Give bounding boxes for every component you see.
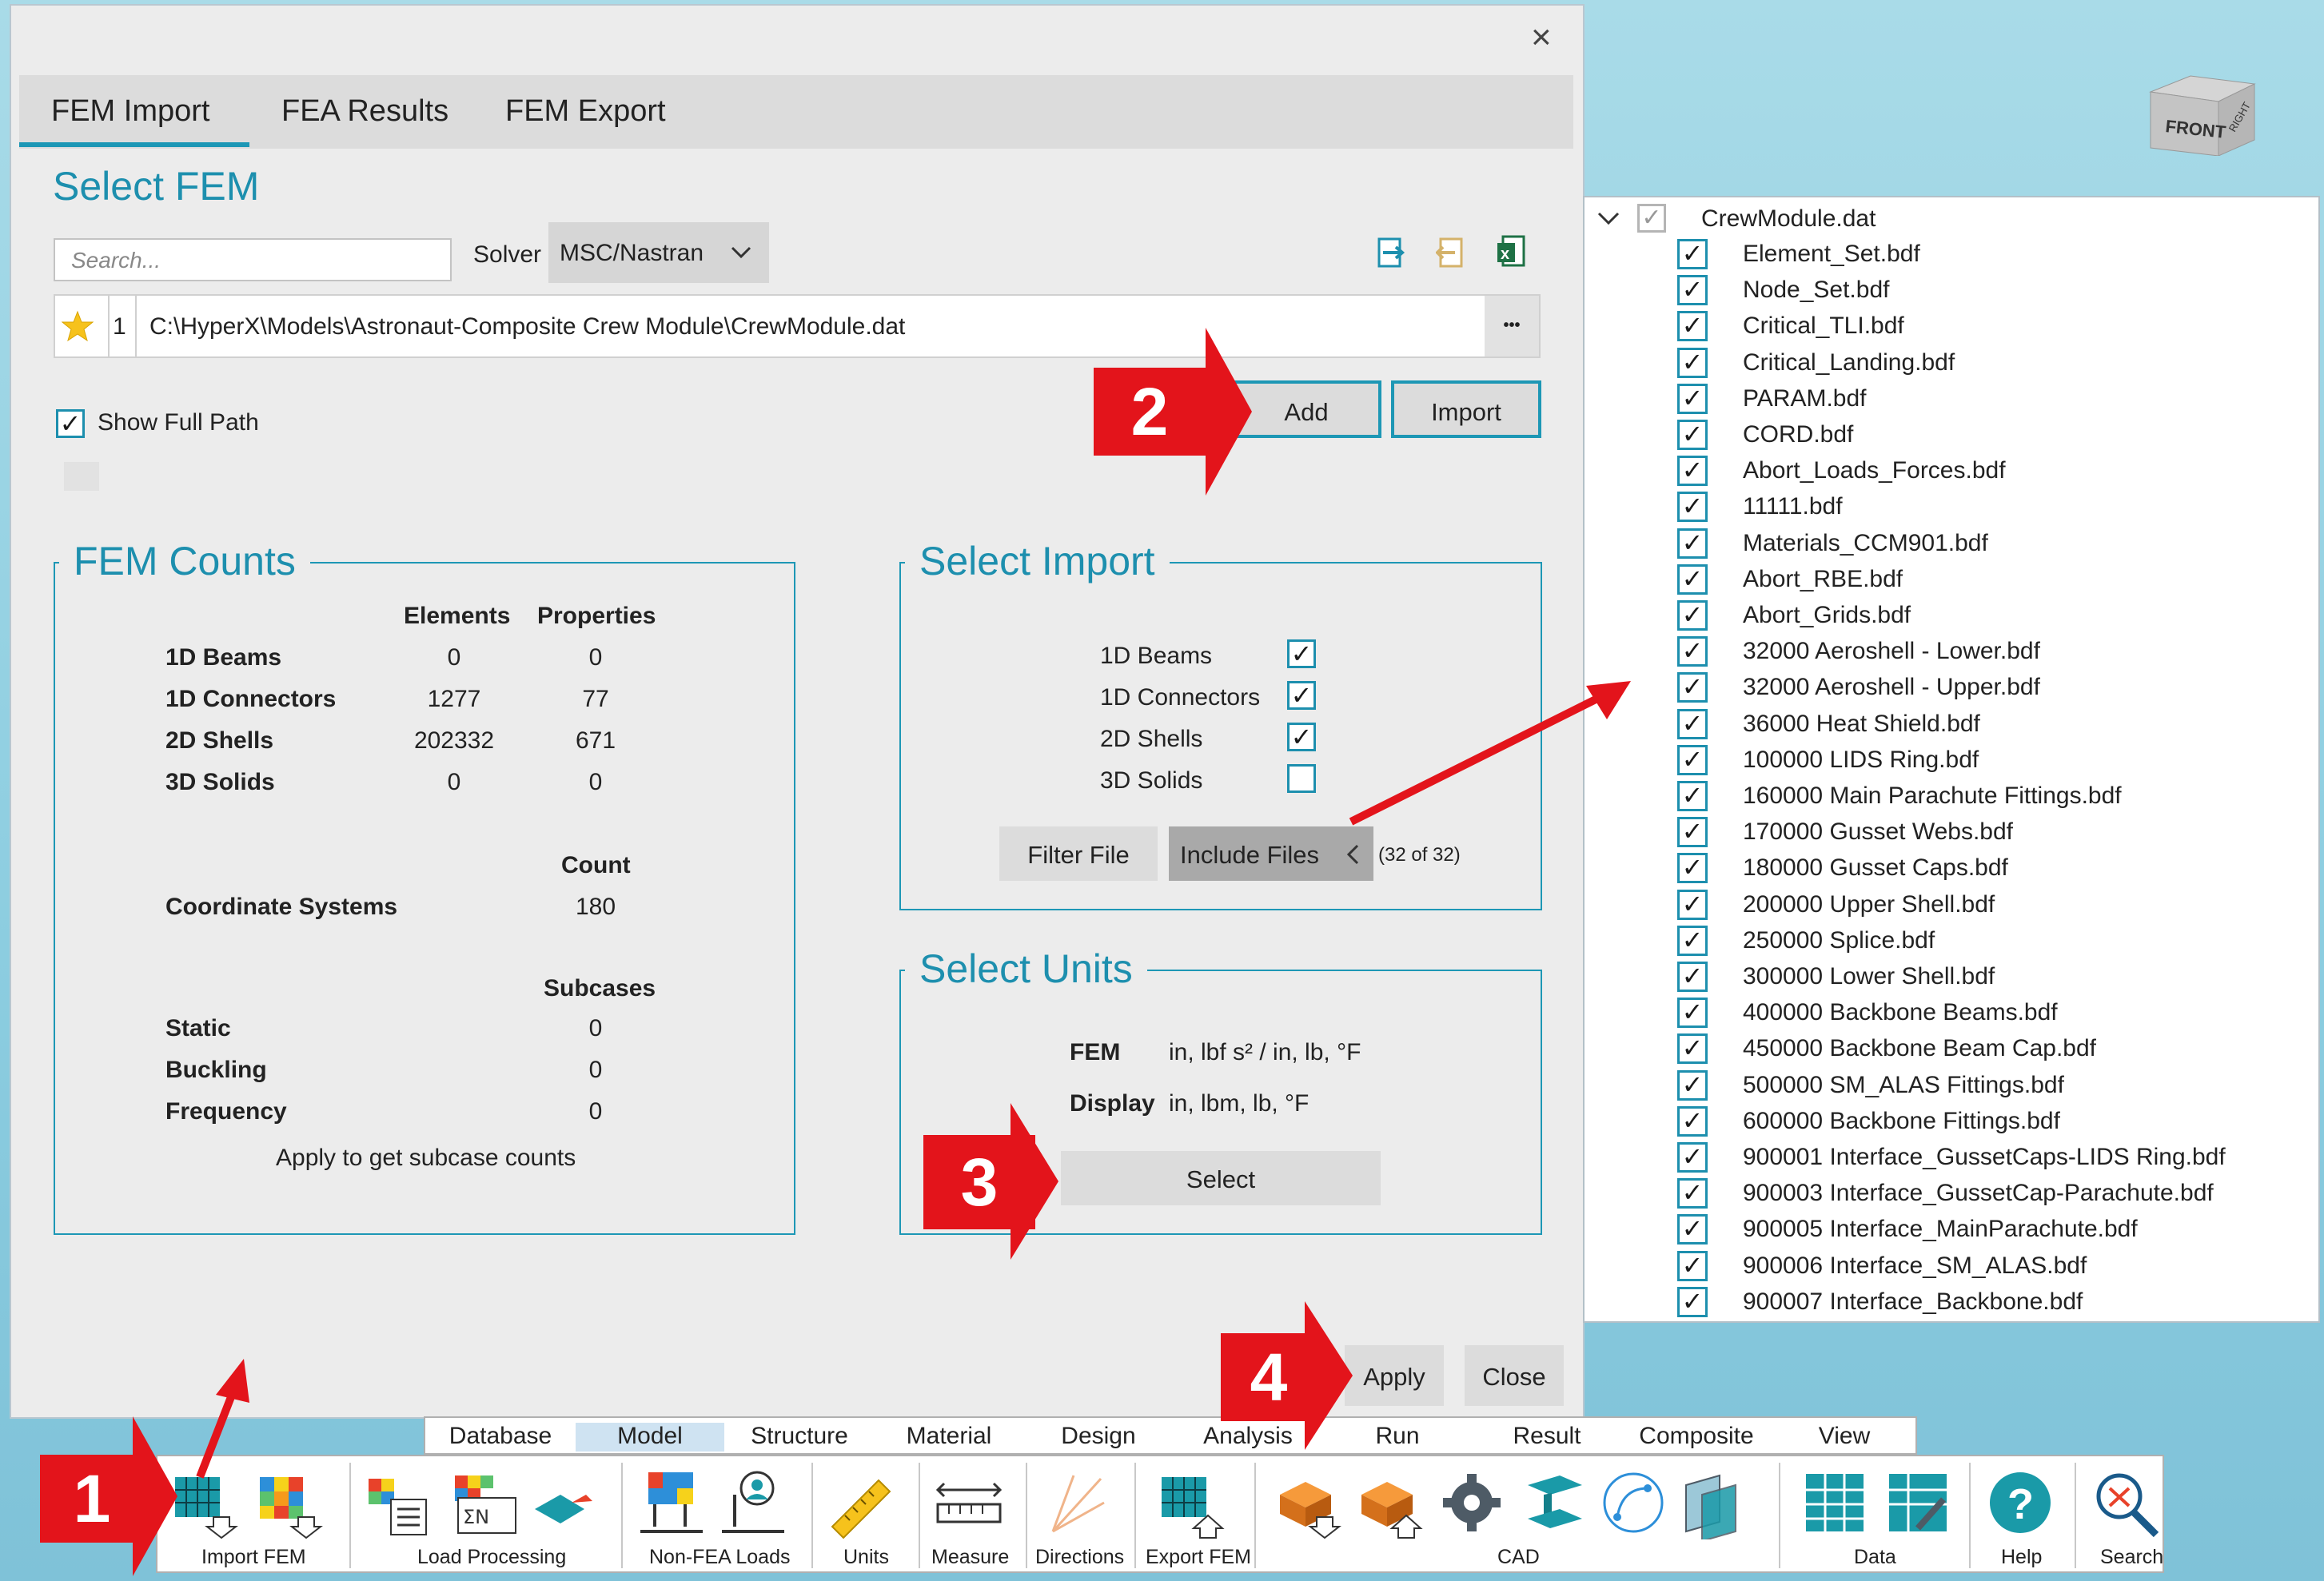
callout-arrow bbox=[133, 1416, 177, 1576]
callout-4: 4 bbox=[1221, 1333, 1317, 1421]
callout-1: 1 bbox=[40, 1455, 144, 1543]
callout-arrow bbox=[1011, 1103, 1058, 1260]
annotation-arrows bbox=[196, 681, 1631, 1479]
callout-2: 2 bbox=[1094, 368, 1206, 456]
callout-arrow bbox=[1305, 1301, 1353, 1450]
callout-arrow bbox=[1206, 328, 1252, 496]
